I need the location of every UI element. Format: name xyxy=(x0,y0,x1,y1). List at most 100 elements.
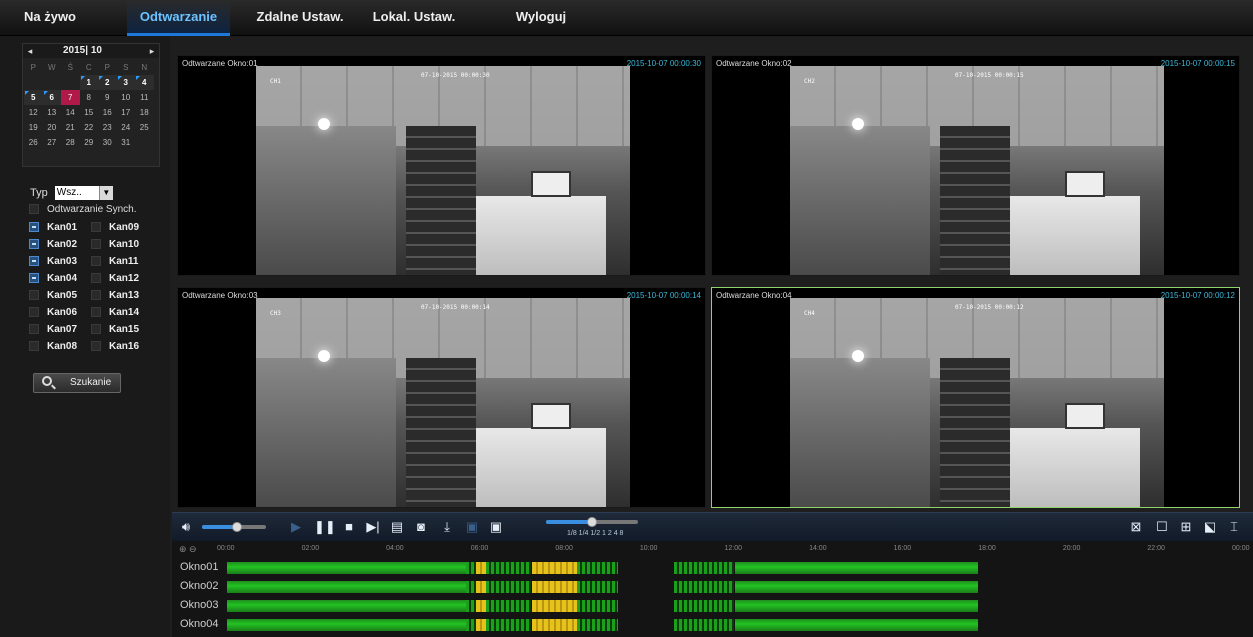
tab-live[interactable]: Na żywo xyxy=(0,0,100,36)
chevron-down-icon[interactable]: ▼ xyxy=(98,186,113,200)
channel-checkbox[interactable] xyxy=(91,222,101,233)
channel-checkbox[interactable] xyxy=(29,307,39,318)
channel-item[interactable]: Kan08 xyxy=(29,341,77,352)
download-icon[interactable]: ⤓ xyxy=(439,519,455,535)
type-select[interactable]: Wsz.. ▼ xyxy=(54,186,113,200)
channel-item[interactable]: Kan14 xyxy=(91,307,139,318)
calendar-day[interactable]: 15 xyxy=(80,105,99,120)
calendar-day[interactable]: 5 xyxy=(24,90,43,105)
calendar-day[interactable]: 2 xyxy=(98,75,117,90)
calendar-day[interactable]: 21 xyxy=(61,120,80,135)
timeline-row[interactable]: Okno01 xyxy=(172,559,1253,577)
channel-checkbox[interactable] xyxy=(29,341,39,352)
video-window[interactable]: Odtwarzane Okno:03 2015-10-07 00:00:14 07-… xyxy=(177,287,706,508)
snapshot-icon[interactable]: ◙ xyxy=(413,519,429,535)
timeline-row[interactable]: Okno04 xyxy=(172,616,1253,634)
channel-checkbox[interactable] xyxy=(91,256,101,267)
speed-slider-knob[interactable] xyxy=(587,517,597,527)
pause-icon[interactable]: ❚❚ xyxy=(314,519,336,535)
calendar-day[interactable]: 28 xyxy=(61,135,80,150)
calendar-day[interactable]: 1 xyxy=(79,75,98,90)
channel-checkbox[interactable] xyxy=(91,307,101,318)
calendar-day[interactable]: 18 xyxy=(135,105,154,120)
calendar-day[interactable]: 16 xyxy=(98,105,117,120)
timeline-row[interactable]: Okno03 xyxy=(172,597,1253,615)
record-icon[interactable]: ▣ xyxy=(464,519,480,535)
calendar-day[interactable]: 14 xyxy=(61,105,80,120)
calendar-day[interactable]: 7 xyxy=(61,90,80,105)
calendar-day[interactable]: 23 xyxy=(98,120,117,135)
video-window[interactable]: Odtwarzane Okno:04 2015-10-07 00:00:12 07-… xyxy=(711,287,1240,508)
channel-item[interactable]: Kan04 xyxy=(29,273,77,284)
stop-icon[interactable]: ■ xyxy=(341,519,357,535)
calendar-day[interactable]: 19 xyxy=(24,120,43,135)
channel-item[interactable]: Kan10 xyxy=(91,239,139,250)
layout-auto-icon[interactable]: ⊠ xyxy=(1128,519,1144,535)
channel-checkbox[interactable] xyxy=(91,341,101,352)
layout-1-icon[interactable]: ☐ xyxy=(1154,519,1170,535)
timeline-row[interactable]: Okno02 xyxy=(172,578,1253,596)
fullscreen-single-icon[interactable]: ▣ xyxy=(488,519,504,535)
channel-checkbox[interactable] xyxy=(29,290,39,301)
tab-logout[interactable]: Wyloguj xyxy=(506,0,576,36)
channel-checkbox[interactable] xyxy=(91,239,101,250)
channel-checkbox[interactable] xyxy=(29,273,39,284)
layout-fit-icon[interactable]: ⬕ xyxy=(1202,519,1218,535)
calendar-day[interactable]: 8 xyxy=(80,90,99,105)
channel-item[interactable]: Kan11 xyxy=(91,256,138,267)
channel-item[interactable]: Kan05 xyxy=(29,290,77,301)
calendar-day[interactable]: 29 xyxy=(80,135,99,150)
channel-checkbox[interactable] xyxy=(91,324,101,335)
sync-playback-checkbox[interactable] xyxy=(29,204,39,215)
search-button[interactable]: Szukanie xyxy=(33,373,121,393)
calendar-day[interactable]: 30 xyxy=(98,135,117,150)
channel-item[interactable]: Kan12 xyxy=(91,273,139,284)
calendar-day[interactable]: 11 xyxy=(135,90,154,105)
calendar-day[interactable]: 25 xyxy=(135,120,154,135)
channel-item[interactable]: Kan01 xyxy=(29,222,77,233)
video-window[interactable]: Odtwarzane Okno:01 2015-10-07 00:00:30 07-… xyxy=(177,55,706,276)
calendar-day[interactable]: 22 xyxy=(80,120,99,135)
clip-icon[interactable]: ▤ xyxy=(389,519,405,535)
calendar-day[interactable]: 20 xyxy=(43,120,62,135)
calendar-day[interactable]: 3 xyxy=(116,75,135,90)
calendar-day[interactable]: 17 xyxy=(117,105,136,120)
fullscreen-icon[interactable]: ⌶ xyxy=(1226,519,1242,535)
play-icon[interactable]: ▶ xyxy=(288,519,304,535)
tab-remote-settings[interactable]: Zdalne Ustaw. xyxy=(250,0,350,36)
channel-item[interactable]: Kan13 xyxy=(91,290,139,301)
next-month-icon[interactable]: ▸ xyxy=(145,44,159,58)
channel-checkbox[interactable] xyxy=(29,222,39,233)
calendar-day[interactable]: 4 xyxy=(135,75,154,90)
channel-item[interactable]: Kan09 xyxy=(91,222,139,233)
channel-item[interactable]: Kan06 xyxy=(29,307,77,318)
channel-item[interactable]: Kan02 xyxy=(29,239,77,250)
step-forward-icon[interactable]: ▶| xyxy=(365,519,381,535)
calendar-day[interactable]: 10 xyxy=(117,90,136,105)
calendar-day[interactable]: 31 xyxy=(117,135,136,150)
channel-checkbox[interactable] xyxy=(29,256,39,267)
channel-item[interactable]: Kan07 xyxy=(29,324,77,335)
recording-segment xyxy=(465,581,476,593)
calendar-day[interactable]: 9 xyxy=(98,90,117,105)
channel-checkbox[interactable] xyxy=(29,239,39,250)
calendar-day[interactable]: 27 xyxy=(43,135,62,150)
layout-4-icon[interactable]: ⊞ xyxy=(1178,519,1194,535)
channel-checkbox[interactable] xyxy=(29,324,39,335)
prev-month-icon[interactable]: ◂ xyxy=(23,44,37,58)
channel-checkbox[interactable] xyxy=(91,273,101,284)
channel-item[interactable]: Kan15 xyxy=(91,324,139,335)
calendar-day[interactable]: 13 xyxy=(43,105,62,120)
calendar-day[interactable]: 24 xyxy=(117,120,136,135)
tab-playback[interactable]: Odtwarzanie xyxy=(127,0,230,36)
calendar-day[interactable]: 26 xyxy=(24,135,43,150)
channel-item[interactable]: Kan03 xyxy=(29,256,77,267)
tab-local-settings[interactable]: Lokal. Ustaw. xyxy=(364,0,464,36)
video-window[interactable]: Odtwarzane Okno:02 2015-10-07 00:00:15 07-… xyxy=(711,55,1240,276)
volume-icon[interactable]: 🔊︎ xyxy=(178,519,194,535)
volume-slider-knob[interactable] xyxy=(232,522,243,532)
channel-checkbox[interactable] xyxy=(91,290,101,301)
calendar-day[interactable]: 12 xyxy=(24,105,43,120)
calendar-day[interactable]: 6 xyxy=(42,90,61,105)
channel-item[interactable]: Kan16 xyxy=(91,341,139,352)
